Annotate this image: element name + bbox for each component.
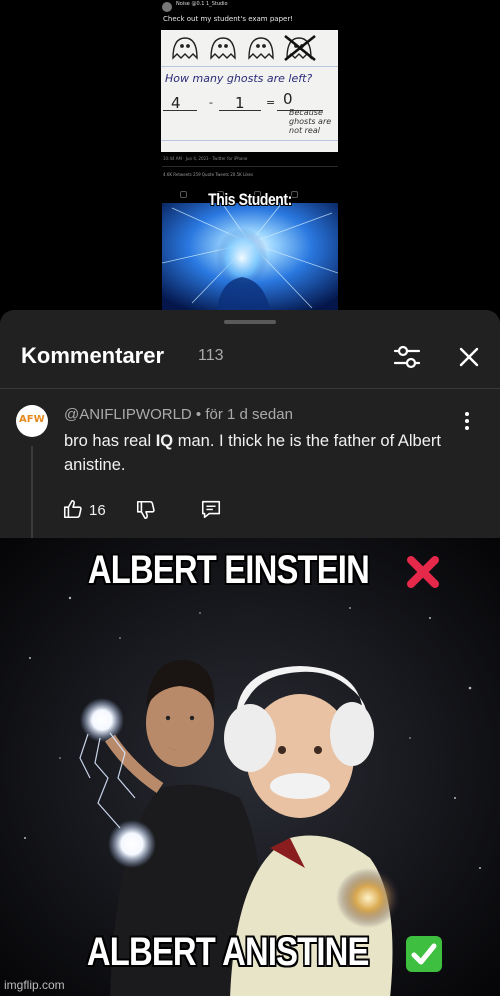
exam-minus: - <box>209 96 213 109</box>
check-mark-icon <box>405 936 442 973</box>
ghost-drawings <box>172 34 316 62</box>
paper-rule-line <box>161 66 338 67</box>
meme-image: ALBERT EINSTEIN ALBERT ANISTINE imgflip.… <box>0 538 500 996</box>
exam-equals: = <box>266 96 276 109</box>
avatar[interactable]: AFW <box>16 405 48 437</box>
comment-meta: @ANIFLIPWORLD • för 1 d sedan <box>64 406 293 423</box>
comments-count: 113 <box>198 347 224 364</box>
tweet-stats: 4.6K Retweets 259 Quote Tweets 20.5K Lik… <box>163 172 254 177</box>
more-options-icon[interactable] <box>461 410 473 432</box>
comment-author[interactable]: @ANIFLIPWORLD <box>64 406 192 423</box>
comment-time: för 1 d sedan <box>205 406 293 423</box>
paper-rule-line <box>161 140 338 141</box>
exam-result: 0 <box>283 90 293 108</box>
exam-question: How many ghosts are left? <box>165 72 313 85</box>
top-caption: ALBERT EINSTEIN <box>0 548 500 593</box>
bottom-caption: ALBERT ANISTINE <box>0 930 500 975</box>
like-icon[interactable] <box>62 498 84 520</box>
galaxy-brain-image <box>162 203 338 310</box>
comments-title: Kommentarer <box>21 343 165 368</box>
answer-underline <box>163 110 197 111</box>
like-count: 16 <box>89 502 106 519</box>
answer-underline <box>219 110 261 111</box>
watermark: imgflip.com <box>4 978 65 992</box>
tweet-author: Noise @0.1 1_Studio <box>176 1 228 7</box>
tweet-avatar <box>162 2 172 12</box>
exam-paper-image: How many ghosts are left? 4 - 1 = 0 Beca… <box>161 30 338 152</box>
drag-handle[interactable] <box>224 320 276 324</box>
tweet-meta: 10:44 AM · Jun 4, 2023 · Twitter for iPh… <box>163 156 248 161</box>
divider <box>162 166 338 167</box>
comments-sheet: Kommentarer 113 AFW @ANIFLIPWORLD • för … <box>0 310 500 538</box>
avatar-text: AFW <box>19 414 45 425</box>
thread-line <box>31 446 33 538</box>
brain-caption: This Student: <box>208 190 292 209</box>
sort-filter-icon[interactable] <box>392 343 422 371</box>
comment-text: bro has real IQ man. I thick he is the f… <box>64 432 441 474</box>
tweet-header: Noise @0.1 1_Studio <box>162 1 342 14</box>
tweet-screenshot: Noise @0.1 1_Studio Check out my student… <box>0 0 500 310</box>
close-icon[interactable] <box>455 343 483 371</box>
cross-mark-icon <box>407 556 440 589</box>
exam-reason: Because ghosts are not real <box>289 108 332 135</box>
space-portrait-illustration <box>0 538 500 996</box>
divider <box>0 388 500 389</box>
reply-icon[interactable] <box>200 498 222 520</box>
tweet-text: Check out my student's exam paper! <box>163 15 294 23</box>
dislike-icon[interactable] <box>135 499 157 521</box>
